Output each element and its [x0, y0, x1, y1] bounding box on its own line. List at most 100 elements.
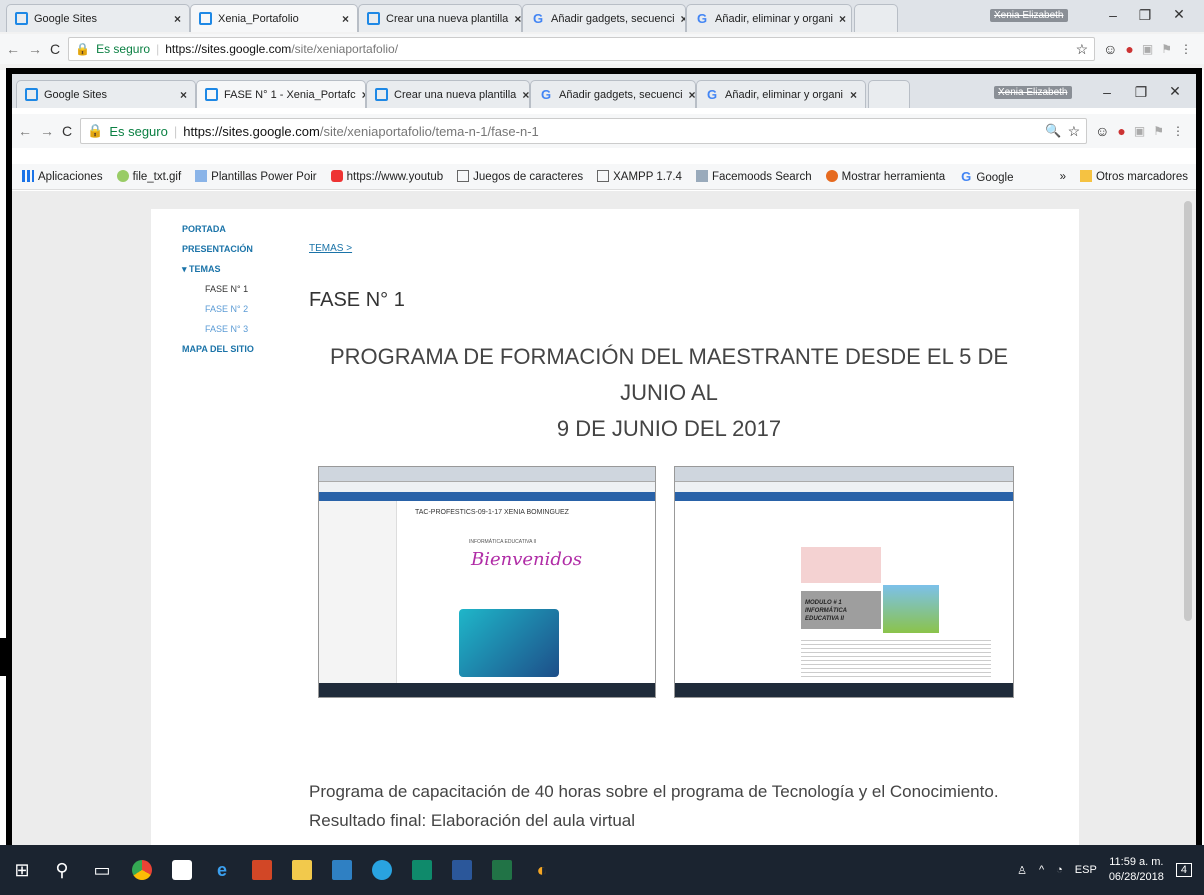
extension-smiley-icon[interactable]: ☺	[1095, 123, 1109, 139]
task-view-icon[interactable]: ▭	[84, 852, 120, 888]
close-icon[interactable]: ×	[342, 12, 349, 26]
outer-address-bar: ← → C 🔒 Es seguro | https://sites.google…	[0, 34, 1204, 64]
inner-tab-google-sites[interactable]: Google Sites ×	[16, 80, 196, 108]
inner-address-bar: ← → C 🔒 Es seguro | https://sites.google…	[12, 114, 1196, 148]
inner-tab-anadir-gadgets[interactable]: G Añadir gadgets, secuenci ×	[530, 80, 696, 108]
minimize-icon[interactable]: –	[1096, 7, 1130, 23]
inner-tab-crear-plantilla[interactable]: Crear una nueva plantilla ×	[366, 80, 530, 108]
bookmark-aplicaciones[interactable]: Aplicaciones	[22, 170, 103, 183]
paragraph-line-1: Programa de capacitación de 40 horas sob…	[309, 782, 999, 801]
new-tab-button[interactable]	[868, 80, 910, 108]
outer-tab-google-sites[interactable]: Google Sites ×	[6, 4, 190, 32]
app-o-icon[interactable]: ◐	[524, 852, 560, 888]
extension-smiley-icon[interactable]: ☺	[1103, 41, 1117, 57]
nav-temas[interactable]: ▾ TEMAS	[182, 259, 302, 279]
close-icon[interactable]: ×	[180, 88, 187, 102]
people-icon[interactable]: ♙	[1017, 864, 1027, 877]
publisher-icon[interactable]	[404, 852, 440, 888]
bookmark-facemoods[interactable]: Facemoods Search	[695, 170, 812, 183]
forward-icon[interactable]: →	[28, 41, 42, 57]
flag-icon[interactable]: ⚑	[1153, 124, 1164, 138]
bookmark-plantillas[interactable]: Plantillas Power Poir	[195, 170, 317, 183]
bookmark-file-txt[interactable]: file_txt.gif	[116, 170, 182, 183]
app-icon[interactable]	[324, 852, 360, 888]
flag-icon[interactable]: ⚑	[1161, 42, 1172, 56]
menu-icon[interactable]: ⋮	[1172, 124, 1190, 138]
star-icon[interactable]: ☆	[1076, 41, 1089, 58]
more-bookmarks-button[interactable]: »	[1060, 171, 1066, 183]
bookmark-page-icon	[195, 170, 208, 182]
outer-tab-xenia-portafolio[interactable]: Xenia_Portafolio ×	[190, 4, 358, 32]
outer-tab-anadir-gadgets[interactable]: G Añadir gadgets, secuenci ×	[522, 4, 686, 32]
reload-icon[interactable]: C	[62, 123, 72, 139]
star-icon[interactable]: ☆	[1068, 123, 1081, 140]
restore-icon[interactable]: ❐	[1124, 84, 1158, 101]
breadcrumb[interactable]: TEMAS >	[309, 243, 352, 254]
minimize-icon[interactable]: –	[1090, 84, 1124, 100]
bookmark-youtube[interactable]: https://www.youtub	[330, 170, 443, 183]
scrollbar[interactable]	[1184, 201, 1192, 621]
profile-button[interactable]: Xenia Elizabeth	[994, 86, 1072, 99]
tab-label: FASE N° 1 - Xenia_Portafc	[224, 88, 356, 101]
nav-fase-1[interactable]: FASE N° 1	[182, 279, 302, 299]
close-icon[interactable]: ×	[514, 12, 521, 26]
edge-icon[interactable]: e	[204, 852, 240, 888]
nav-portada[interactable]: PORTADA	[182, 219, 302, 239]
bookmark-xampp[interactable]: XAMPP 1.7.4	[597, 170, 682, 183]
extension-icon[interactable]: ▣	[1142, 42, 1153, 56]
forward-icon[interactable]: →	[40, 123, 54, 139]
inner-url-field[interactable]: 🔒 Es seguro | https://sites.google.com/s…	[80, 118, 1088, 144]
windows-start-icon[interactable]: ⊞	[4, 852, 40, 888]
back-icon[interactable]: ←	[6, 41, 20, 57]
close-icon[interactable]: ×	[850, 88, 857, 102]
embedded-screenshot-2: MODULO # 1 INFORMÁTICA EDUCATIVA II	[674, 466, 1014, 698]
chevron-up-icon[interactable]: ^	[1039, 864, 1044, 876]
other-bookmarks[interactable]: Otros marcadores	[1079, 170, 1196, 183]
browser-icon[interactable]	[364, 852, 400, 888]
bookmark-mostrar[interactable]: Mostrar herramienta	[825, 170, 945, 183]
clock[interactable]: 11:59 a. m. 06/28/2018	[1109, 855, 1164, 885]
outer-tab-anadir-eliminar[interactable]: G Añadir, eliminar y organi ×	[686, 4, 852, 32]
menu-icon[interactable]: ⋮	[1180, 42, 1198, 56]
bookmark-google[interactable]: G Google	[959, 169, 1013, 184]
bookmark-juegos[interactable]: Juegos de caracteres	[457, 170, 583, 183]
extension-badge-icon[interactable]: ●	[1125, 41, 1133, 57]
excel-icon[interactable]	[484, 852, 520, 888]
file-explorer-icon[interactable]	[284, 852, 320, 888]
close-icon[interactable]: ×	[174, 12, 181, 26]
nav-mapa-del-sitio[interactable]: MAPA DEL SITIO	[182, 339, 302, 359]
nav-presentacion[interactable]: PRESENTACIÓN	[182, 239, 302, 259]
nav-fase-2[interactable]: FASE N° 2	[182, 299, 302, 319]
inner-tab-anadir-eliminar[interactable]: G Añadir, eliminar y organi ×	[696, 80, 866, 108]
outer-tab-crear-plantilla[interactable]: Crear una nueva plantilla ×	[358, 4, 522, 32]
wifi-icon[interactable]: ◔	[1056, 864, 1063, 876]
powerpoint-icon[interactable]	[244, 852, 280, 888]
back-icon[interactable]: ←	[18, 123, 32, 139]
extension-icon[interactable]: ▣	[1134, 124, 1145, 138]
page-heading: PROGRAMA DE FORMACIÓN DEL MAESTRANTE DES…	[299, 339, 1039, 447]
word-icon[interactable]	[444, 852, 480, 888]
zoom-icon[interactable]: 🔍	[1045, 123, 1061, 139]
new-tab-button[interactable]	[854, 4, 898, 32]
profile-button[interactable]: Xenia Elizabeth	[990, 9, 1068, 22]
nav-fase-3[interactable]: FASE N° 3	[182, 319, 302, 339]
notification-center-icon[interactable]: 4	[1175, 863, 1192, 877]
url-path: /site/xeniaportafolio/tema-n-1/fase-n-1	[319, 123, 539, 139]
reload-icon[interactable]: C	[50, 41, 60, 57]
close-icon[interactable]: ×	[689, 88, 695, 102]
sites-icon	[205, 88, 218, 101]
outer-url-field[interactable]: 🔒 Es seguro | https://sites.google.com/s…	[68, 37, 1096, 61]
close-window-icon[interactable]: ✕	[1162, 6, 1196, 23]
bookmark-label: file_txt.gif	[132, 171, 182, 183]
store-icon[interactable]	[164, 852, 200, 888]
extension-badge-icon[interactable]: ●	[1117, 123, 1125, 139]
close-window-icon[interactable]: ✕	[1158, 83, 1192, 100]
inner-browser-frame: Google Sites × FASE N° 1 - Xenia_Portafc…	[6, 68, 1202, 895]
close-icon[interactable]: ×	[522, 88, 529, 102]
inner-tab-fase-1[interactable]: FASE N° 1 - Xenia_Portafc ×	[196, 80, 366, 108]
restore-icon[interactable]: ❐	[1128, 7, 1162, 24]
language-indicator[interactable]: ESP	[1075, 864, 1097, 876]
search-icon[interactable]: ⚲	[44, 852, 80, 888]
close-icon[interactable]: ×	[839, 12, 846, 26]
chrome-icon[interactable]	[124, 852, 160, 888]
